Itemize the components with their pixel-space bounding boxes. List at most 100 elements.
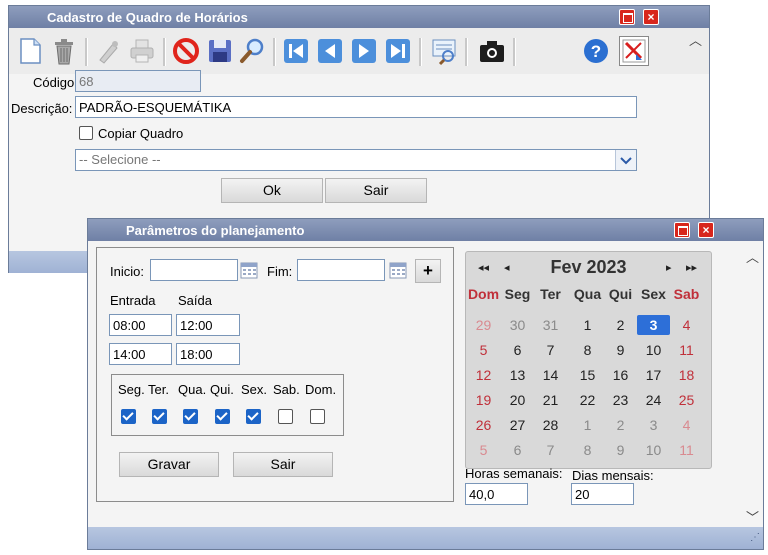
dialog-scroll-up-icon[interactable]: ︿ xyxy=(746,247,759,266)
trash-icon[interactable] xyxy=(49,36,79,66)
edit-icon[interactable] xyxy=(93,36,123,66)
weekday-checkbox-dom[interactable] xyxy=(310,409,325,424)
calendar-day[interactable]: 17 xyxy=(637,365,670,385)
weekday-checkbox-ter[interactable] xyxy=(152,409,167,424)
quadro-select[interactable]: -- Selecione -- xyxy=(75,149,637,171)
weekday-checkbox-qua[interactable] xyxy=(183,409,198,424)
filter-icon[interactable] xyxy=(429,36,459,66)
calendar-day[interactable]: 22 xyxy=(571,390,604,410)
calendar-day[interactable]: 29 xyxy=(467,315,500,335)
copiar-quadro-checkbox[interactable] xyxy=(79,126,93,140)
dialog-sair-button[interactable]: Sair xyxy=(233,452,333,477)
calendar-day[interactable]: 8 xyxy=(571,440,604,460)
search-icon[interactable] xyxy=(237,36,267,66)
calendar-day[interactable]: 23 xyxy=(604,390,637,410)
entrada-field-1[interactable] xyxy=(109,314,172,336)
next-year-icon[interactable]: ▸▸ xyxy=(686,261,697,274)
calendar-day[interactable]: 4 xyxy=(670,315,703,335)
calendar-day[interactable]: 15 xyxy=(571,365,604,385)
calendar-day[interactable]: 21 xyxy=(534,390,567,410)
main-scroll-up-icon[interactable]: ︿ xyxy=(689,30,703,48)
horas-semanais-field[interactable] xyxy=(465,483,528,505)
calendar-day[interactable]: 5 xyxy=(467,440,500,460)
help-icon[interactable]: ? xyxy=(581,36,611,66)
calendar-day[interactable]: 10 xyxy=(637,440,670,460)
camera-icon[interactable] xyxy=(477,36,507,66)
saida-field-2[interactable] xyxy=(176,343,240,365)
calendar-day[interactable]: 11 xyxy=(670,340,703,360)
descricao-field[interactable] xyxy=(75,96,637,118)
calendar-day[interactable]: 19 xyxy=(467,390,500,410)
calendar-day[interactable]: 9 xyxy=(604,440,637,460)
calendar-day[interactable]: 28 xyxy=(534,415,567,435)
calendar-day[interactable]: 9 xyxy=(604,340,637,360)
calendar-day[interactable]: 12 xyxy=(467,365,500,385)
codigo-field[interactable] xyxy=(75,70,201,92)
calendar-day[interactable]: 3 xyxy=(637,415,670,435)
weekday-checkbox-seg[interactable] xyxy=(121,409,136,424)
cancel-icon[interactable] xyxy=(171,36,201,66)
calendar-day[interactable]: 8 xyxy=(571,340,604,360)
calendar-day[interactable]: 31 xyxy=(534,315,567,335)
calendar-day[interactable]: 1 xyxy=(571,415,604,435)
calendar-day[interactable]: 11 xyxy=(670,440,703,460)
dialog-statusbar: ⋰ xyxy=(88,527,763,549)
calendar-day[interactable]: 25 xyxy=(670,390,703,410)
maximize-button[interactable] xyxy=(619,9,635,25)
previous-record-icon[interactable] xyxy=(315,36,345,66)
print-icon[interactable] xyxy=(127,36,157,66)
calendar-day[interactable]: 7 xyxy=(534,440,567,460)
first-record-icon[interactable] xyxy=(281,36,311,66)
inicio-calendar-icon[interactable] xyxy=(240,261,258,279)
calendar-day[interactable]: 2 xyxy=(604,315,637,335)
last-record-icon[interactable] xyxy=(383,36,413,66)
gravar-button[interactable]: Gravar xyxy=(119,452,219,477)
calendar-day[interactable]: 10 xyxy=(637,340,670,360)
codigo-label: Código: xyxy=(33,75,78,90)
dias-mensais-field[interactable] xyxy=(571,483,634,505)
dialog-maximize-button[interactable] xyxy=(674,222,690,238)
calendar-day[interactable]: 6 xyxy=(501,340,534,360)
weekday-checkbox-sex[interactable] xyxy=(246,409,261,424)
calendar-month-label: Fev 2023 xyxy=(550,257,627,277)
calendar-day[interactable]: 16 xyxy=(604,365,637,385)
calendar-day[interactable]: 6 xyxy=(501,440,534,460)
dialog-close-button[interactable]: × xyxy=(698,222,714,238)
next-month-icon[interactable]: ▸ xyxy=(666,261,672,274)
calendar-day[interactable]: 24 xyxy=(637,390,670,410)
parameters-panel: Inicio: Fim: + Entrada Saída Seg. Ter. Q… xyxy=(96,247,454,502)
calendar-day[interactable]: 20 xyxy=(501,390,534,410)
calendar-day[interactable]: 27 xyxy=(501,415,534,435)
calendar-day[interactable]: 13 xyxy=(501,365,534,385)
chevron-down-icon[interactable] xyxy=(615,150,636,170)
calendar-day[interactable]: 5 xyxy=(467,340,500,360)
calendar-day[interactable]: 18 xyxy=(670,365,703,385)
calendar-day[interactable]: 30 xyxy=(501,315,534,335)
calendar-day[interactable]: 1 xyxy=(571,315,604,335)
add-date-button[interactable]: + xyxy=(415,259,441,283)
sair-button[interactable]: Sair xyxy=(325,178,427,203)
saida-field-1[interactable] xyxy=(176,314,240,336)
main-titlebar: Cadastro de Quadro de Horários × xyxy=(9,6,709,28)
weekday-checkbox-sab[interactable] xyxy=(278,409,293,424)
calendar-day[interactable]: 26 xyxy=(467,415,500,435)
inicio-field[interactable] xyxy=(150,259,238,281)
dialog-scroll-down-icon[interactable]: ﹀ xyxy=(746,507,759,526)
calendar-day[interactable]: 2 xyxy=(604,415,637,435)
save-icon[interactable] xyxy=(205,36,235,66)
resize-grip-icon[interactable]: ⋰ xyxy=(750,532,760,543)
calendar-day[interactable]: 4 xyxy=(670,415,703,435)
planning-icon[interactable] xyxy=(619,36,649,66)
ok-button[interactable]: Ok xyxy=(221,178,323,203)
calendar-day[interactable]: 7 xyxy=(534,340,567,360)
weekday-label-seg: Seg. xyxy=(118,382,145,397)
entrada-field-2[interactable] xyxy=(109,343,172,365)
weekday-checkbox-qui[interactable] xyxy=(215,409,230,424)
fim-calendar-icon[interactable] xyxy=(389,261,407,279)
next-record-icon[interactable] xyxy=(349,36,379,66)
calendar-day[interactable]: 3 xyxy=(637,315,670,335)
fim-field[interactable] xyxy=(297,259,385,281)
new-document-icon[interactable] xyxy=(15,36,45,66)
close-button[interactable]: × xyxy=(643,9,659,25)
calendar-day[interactable]: 14 xyxy=(534,365,567,385)
